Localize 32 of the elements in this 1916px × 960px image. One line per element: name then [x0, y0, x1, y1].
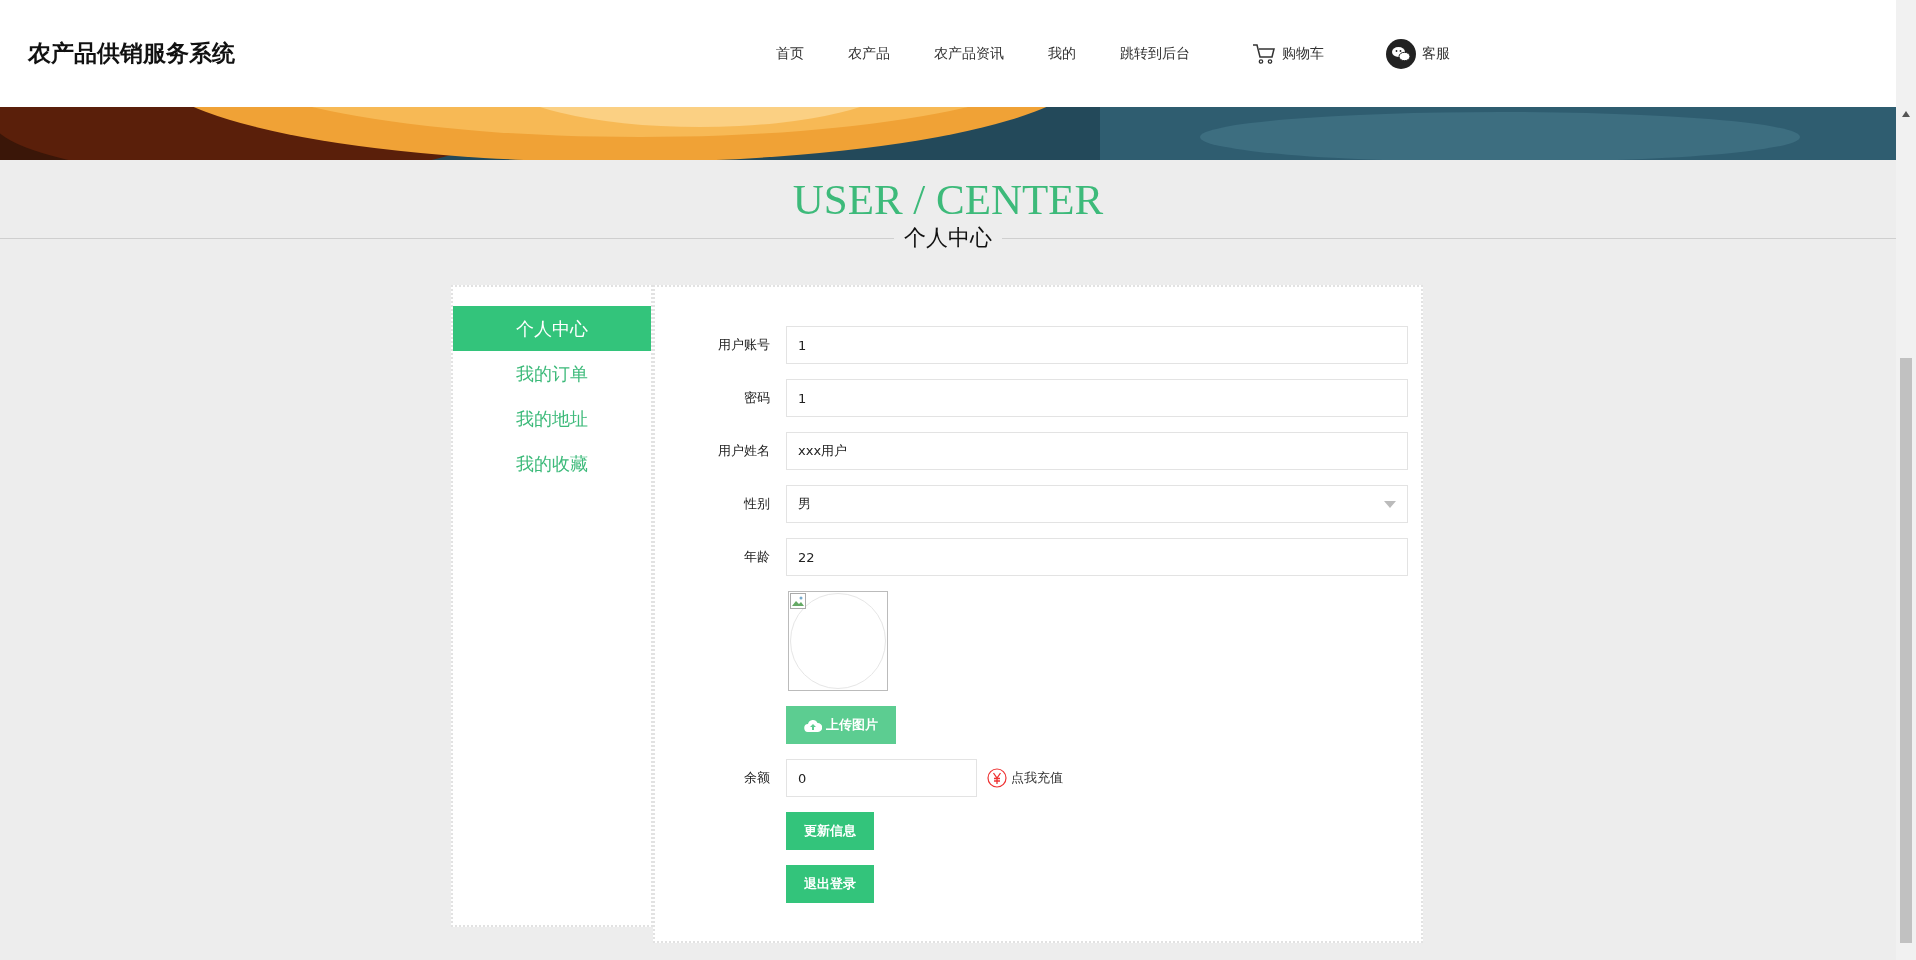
nav-link[interactable]: 我的	[1048, 44, 1076, 63]
input-field[interactable]: 1	[786, 379, 1408, 417]
field-label: 密码	[743, 389, 771, 407]
input-field[interactable]: 0	[786, 759, 977, 797]
field-label: 性别	[743, 495, 771, 513]
recharge-link[interactable]: 点我充值	[1011, 769, 1063, 787]
scroll-up-icon[interactable]	[1902, 111, 1910, 117]
field-label: 余额	[743, 769, 771, 787]
chat-icon[interactable]	[1386, 38, 1416, 69]
input-field[interactable]: 1	[786, 326, 1408, 364]
scroll-thumb[interactable]	[1900, 358, 1912, 943]
section-subtitle: 个人中心	[903, 224, 993, 252]
section-title: USER / CENTER	[792, 178, 1104, 221]
field-label: 用户姓名	[717, 442, 771, 460]
yen-icon[interactable]	[987, 768, 1007, 788]
site-title: 农产品供销服务系统	[28, 39, 236, 68]
nav-link[interactable]: 购物车	[1282, 44, 1324, 63]
input-field[interactable]: xxx用户	[786, 432, 1408, 470]
broken-image-icon	[790, 593, 806, 609]
nav-link[interactable]: 农产品资讯	[934, 44, 1004, 63]
nav-link[interactable]: 农产品	[848, 44, 890, 63]
dropdown-icon	[1384, 500, 1396, 508]
input-field[interactable]: 22	[786, 538, 1408, 576]
nav-link[interactable]: 首页	[776, 44, 804, 63]
cart-icon[interactable]	[1252, 42, 1276, 65]
field-label: 用户账号	[717, 336, 771, 354]
nav-link[interactable]: 跳转到后台	[1120, 44, 1190, 63]
scrollbar[interactable]	[1896, 0, 1916, 960]
cloud-upload-icon	[804, 718, 822, 732]
field-label: 年龄	[743, 548, 771, 566]
nav-link[interactable]: 客服	[1422, 44, 1450, 63]
select-field[interactable]: 男	[786, 485, 1408, 523]
